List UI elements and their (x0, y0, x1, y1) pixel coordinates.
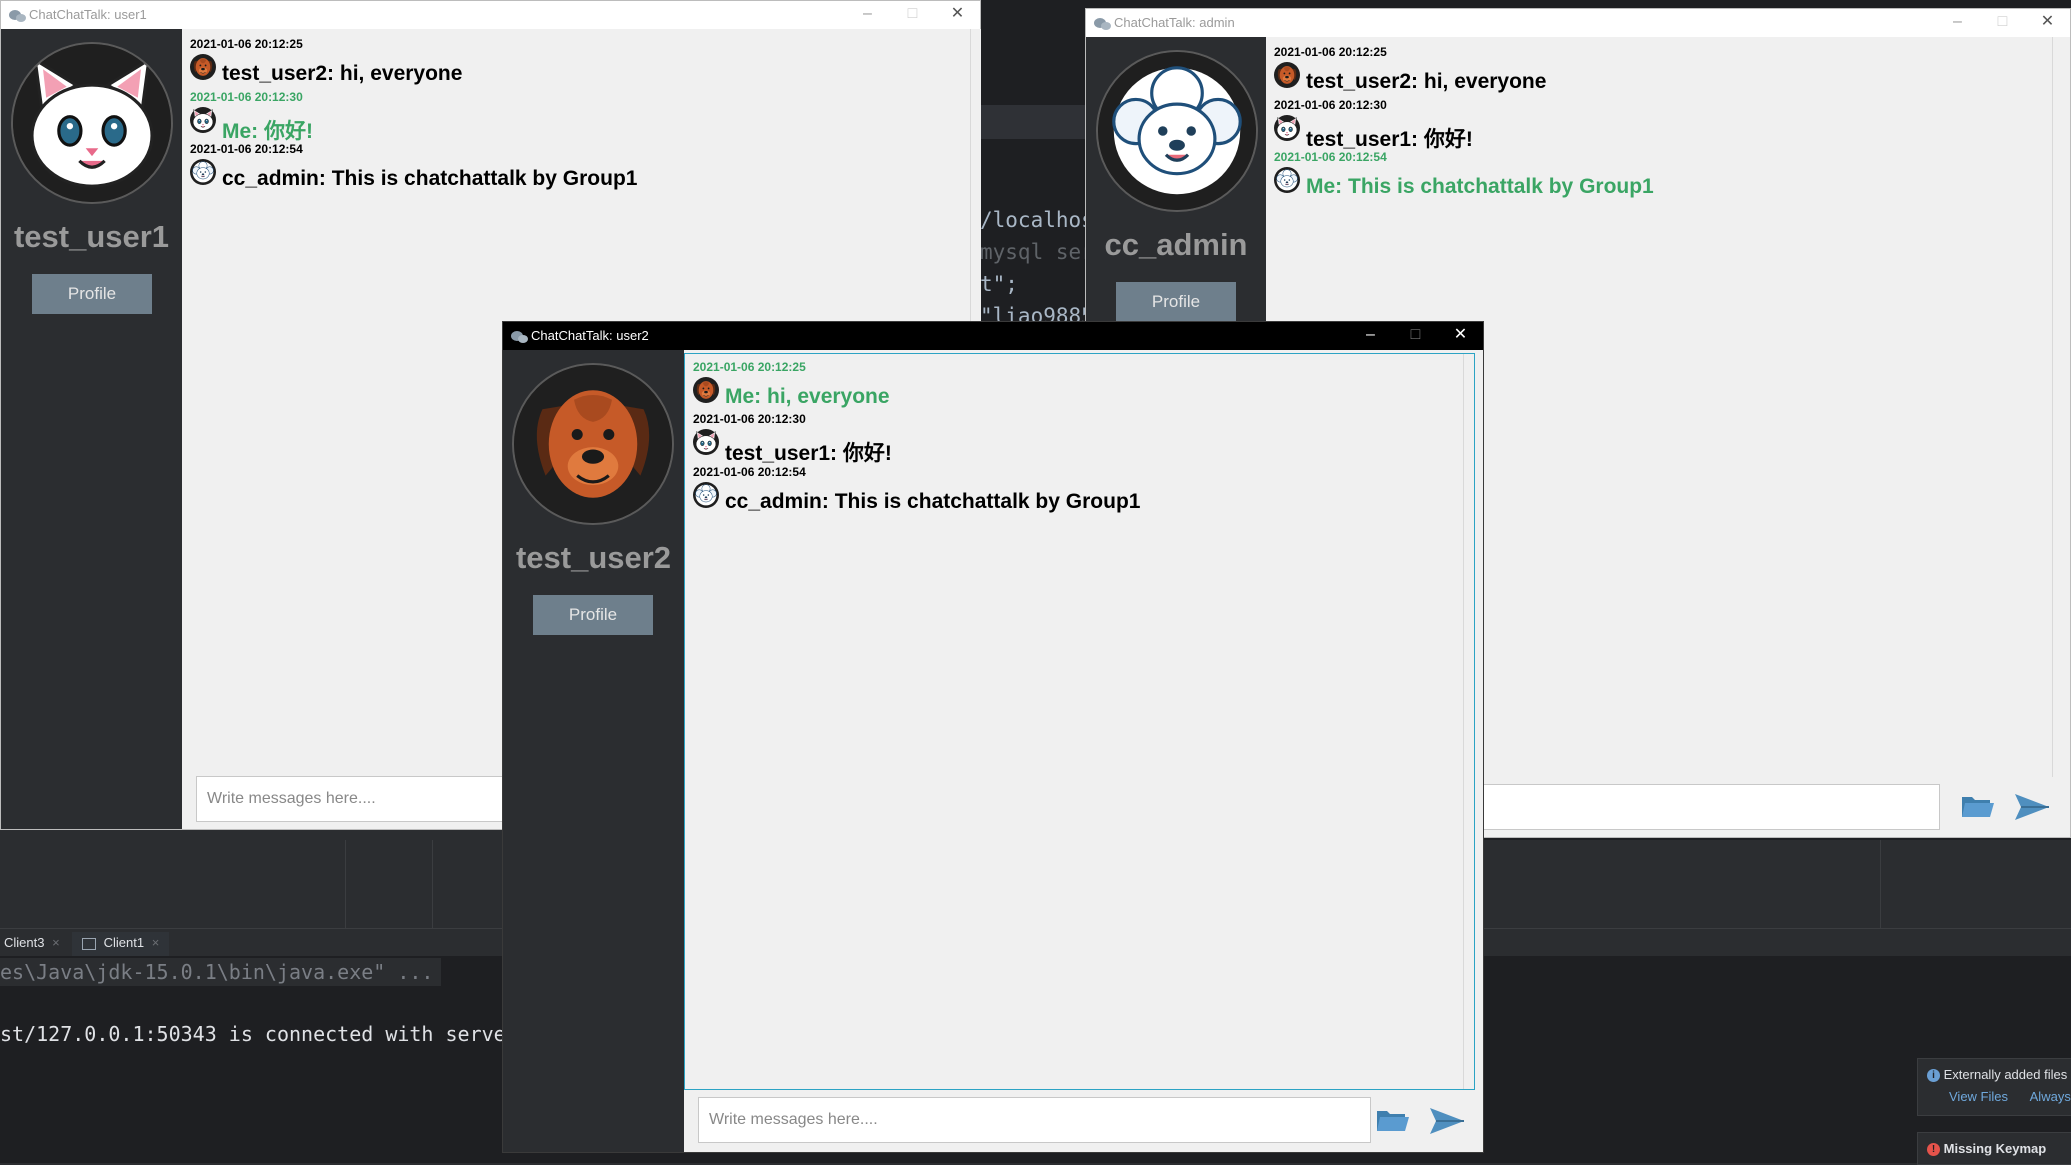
dog-avatar-icon (693, 377, 719, 403)
info-icon: i (1927, 1069, 1940, 1083)
poodle-avatar-icon (1274, 167, 1300, 193)
cat-avatar-icon (1274, 115, 1300, 141)
maximize-button[interactable]: □ (890, 1, 935, 29)
poodle-avatar-icon (1098, 52, 1256, 210)
chat-logo-icon (9, 10, 26, 22)
maximize-button[interactable]: □ (1393, 322, 1438, 350)
avatar (512, 363, 674, 525)
poodle-avatar-icon (693, 482, 719, 508)
missing-keymap-notification[interactable]: ! Missing Keymap (1917, 1132, 2071, 1165)
dog-avatar-icon (514, 365, 672, 523)
chat-window-user2: ChatChatTalk: user2 – □ ✕ test_user2 Pro… (502, 321, 1484, 1153)
tab-client1[interactable]: Client1 × (72, 932, 170, 959)
profile-button[interactable]: Profile (1116, 282, 1236, 322)
minimize-button[interactable]: – (845, 1, 890, 29)
cat-avatar-icon (13, 44, 171, 202)
message-text: test_user2: hi, everyone (222, 62, 463, 85)
close-button[interactable]: ✕ (935, 1, 980, 29)
close-icon[interactable]: × (52, 935, 60, 950)
message-timestamp: 2021-01-06 20:12:25 (1274, 45, 1387, 59)
maximize-button[interactable]: □ (1980, 9, 2025, 37)
message-timestamp: 2021-01-06 20:12:30 (693, 412, 806, 426)
avatar (1096, 50, 1258, 212)
message-timestamp: 2021-01-06 20:12:54 (693, 465, 806, 479)
code-line: mysql ser (980, 240, 1094, 264)
message-text: cc_admin: This is chatchattalk by Group1 (725, 490, 1141, 513)
always-add-link[interactable]: Always A (2030, 1089, 2071, 1104)
console-connection-line: st/127.0.0.1:50343 is connected with ser… (0, 1022, 506, 1046)
error-icon: ! (1927, 1143, 1940, 1157)
profile-button[interactable]: Profile (533, 595, 653, 635)
message-text: test_user2: hi, everyone (1306, 70, 1547, 93)
cat-avatar-icon (190, 107, 216, 133)
minimize-button[interactable]: – (1935, 9, 1980, 37)
externally-added-files-notification[interactable]: i Externally added files View Files Alwa… (1917, 1058, 2071, 1116)
window-title: ChatChatTalk: user1 (29, 7, 147, 22)
window-title: ChatChatTalk: admin (1114, 15, 1235, 30)
chat-logo-icon (511, 331, 528, 343)
message-timestamp: 2021-01-06 20:12:25 (693, 360, 806, 374)
title-bar[interactable]: ChatChatTalk: admin – □ ✕ (1086, 9, 2070, 37)
title-bar[interactable]: ChatChatTalk: user1 – □ ✕ (1, 1, 980, 29)
profile-sidebar: test_user1 Profile (1, 29, 182, 829)
username-label: cc_admin (1104, 227, 1248, 262)
message-timestamp: 2021-01-06 20:12:30 (190, 90, 303, 104)
message-timestamp: 2021-01-06 20:12:25 (190, 37, 303, 51)
profile-button[interactable]: Profile (32, 274, 152, 314)
input-row: Write messages here.... (684, 1090, 1483, 1152)
message-text: test_user1: 你好! (1306, 128, 1473, 151)
close-button[interactable]: ✕ (1438, 322, 1483, 350)
message-timestamp: 2021-01-06 20:12:30 (1274, 98, 1387, 112)
console-command-line: es\Java\jdk-15.0.1\bin\java.exe" ... (0, 958, 442, 986)
message-text: Me: hi, everyone (725, 385, 890, 408)
message-text: Me: This is chatchattalk by Group1 (1306, 175, 1654, 198)
folder-icon[interactable] (1960, 791, 1998, 823)
console-icon (82, 937, 96, 950)
tab-client3[interactable]: Client3 × (4, 932, 60, 956)
window-title: ChatChatTalk: user2 (531, 328, 649, 343)
username-label: test_user1 (13, 219, 170, 254)
message-input[interactable]: Write messages here.... (698, 1097, 1371, 1143)
message-text: Me: 你好! (222, 120, 313, 143)
profile-sidebar: test_user2 Profile (503, 350, 684, 1152)
divider (345, 840, 346, 930)
divider (432, 840, 433, 930)
scrollbar[interactable] (2052, 37, 2063, 777)
view-files-link[interactable]: View Files (1949, 1089, 2008, 1104)
dog-avatar-icon (1274, 62, 1300, 88)
folder-icon[interactable] (1375, 1105, 1413, 1137)
send-icon[interactable] (1428, 1104, 1466, 1138)
message-text: test_user1: 你好! (725, 442, 892, 465)
title-bar[interactable]: ChatChatTalk: user2 – □ ✕ (503, 322, 1483, 350)
poodle-avatar-icon (190, 159, 216, 185)
cat-avatar-icon (693, 429, 719, 455)
dog-avatar-icon (190, 54, 216, 80)
divider (1880, 840, 1881, 930)
code-line: /localhos (980, 208, 1094, 232)
username-label: test_user2 (515, 540, 672, 575)
minimize-button[interactable]: – (1348, 322, 1393, 350)
chat-logo-icon (1094, 18, 1111, 30)
message-list[interactable]: 2021-01-06 20:12:25 Me: hi, everyone 202… (684, 353, 1475, 1090)
close-button[interactable]: ✕ (2025, 9, 2070, 37)
avatar (11, 42, 173, 204)
message-text: cc_admin: This is chatchattalk by Group1 (222, 167, 638, 190)
message-timestamp: 2021-01-06 20:12:54 (190, 142, 303, 156)
code-line: t"; (980, 272, 1018, 296)
scrollbar[interactable] (1463, 354, 1474, 1089)
message-timestamp: 2021-01-06 20:12:54 (1274, 150, 1387, 164)
close-icon[interactable]: × (152, 935, 160, 950)
send-icon[interactable] (2013, 790, 2051, 824)
